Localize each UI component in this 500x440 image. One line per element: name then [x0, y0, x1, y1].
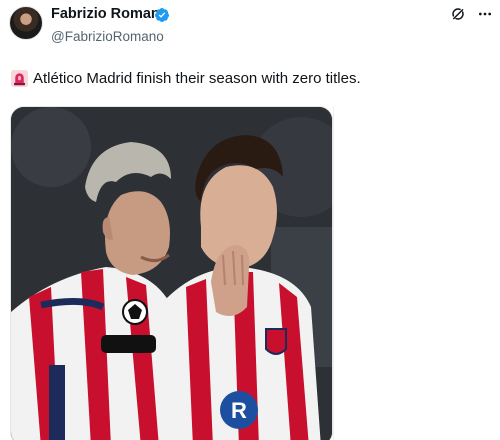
verified-badge-icon [154, 8, 169, 22]
svg-text:R: R [231, 398, 247, 423]
more-dots-icon[interactable] [476, 6, 494, 22]
author-avatar[interactable] [9, 6, 43, 40]
media-edge [333, 106, 334, 440]
football-players-photo: R [11, 107, 332, 440]
tweet-media-photo[interactable]: R [10, 106, 333, 440]
grok-icon[interactable] [450, 6, 466, 22]
tweet-text-body: Atlético Madrid finish their season with… [33, 69, 361, 87]
author-handle[interactable]: @FabrizioRomano [51, 29, 164, 44]
tweet-text: Atlético Madrid finish their season with… [11, 67, 361, 89]
tweet-header: Fabrizio Romano @FabrizioRomano [0, 0, 500, 56]
author-display-name[interactable]: Fabrizio Romano [51, 6, 169, 22]
police-siren-icon [11, 69, 28, 87]
